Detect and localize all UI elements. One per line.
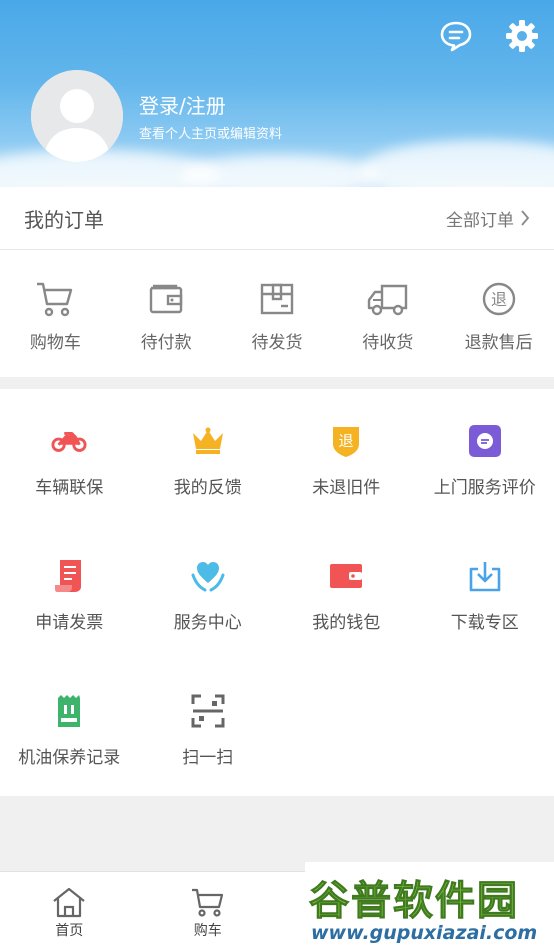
order-item-label: 待付款 xyxy=(140,333,192,353)
order-item-label: 退款售后 xyxy=(464,333,533,353)
my-orders-section: 我的订单 全部订单 购物车 待付款 待发货 待收货 退 退款售后 xyxy=(0,187,554,377)
cloud-decoration xyxy=(360,140,554,187)
crown-icon xyxy=(190,423,226,459)
all-orders-label: 全部订单 xyxy=(446,210,514,231)
order-item-cart[interactable]: 购物车 xyxy=(0,250,111,377)
service-scan[interactable]: 扫一扫 xyxy=(139,659,278,794)
order-item-pending-shipment[interactable]: 待发货 xyxy=(222,250,333,377)
chevron-right-icon xyxy=(521,210,530,226)
all-orders-link[interactable]: 全部订单 xyxy=(446,206,530,231)
download-icon xyxy=(467,558,503,594)
service-label: 扫一扫 xyxy=(182,748,234,768)
invoice-icon xyxy=(51,558,87,594)
tab-label: 首页 xyxy=(55,923,84,939)
header-actions xyxy=(438,18,540,54)
service-apply-invoice[interactable]: 申请发票 xyxy=(0,524,139,659)
service-unreturned-parts[interactable]: 退 未退旧件 xyxy=(277,389,416,524)
login-register-link[interactable]: 登录/注册 xyxy=(139,90,226,119)
wallet-red-icon xyxy=(328,558,364,594)
service-label: 下载专区 xyxy=(450,613,519,633)
watermark-logo: 谷普软件园 xyxy=(309,878,519,925)
tab-label: 购车 xyxy=(193,923,222,939)
avatar[interactable] xyxy=(31,70,123,162)
service-label: 申请发票 xyxy=(35,613,104,633)
order-status-row: 购物车 待付款 待发货 待收货 退 退款售后 xyxy=(0,250,554,377)
order-item-pending-payment[interactable]: 待付款 xyxy=(111,250,222,377)
services-section: 车辆联保 我的反馈 退 未退旧件 上门服务评价 申请发票 服务中心 我的钱包 下… xyxy=(0,389,554,796)
service-label: 我的钱包 xyxy=(312,613,381,633)
motorcycle-icon xyxy=(51,423,87,459)
cart-icon xyxy=(191,888,223,917)
order-item-refund[interactable]: 退 退款售后 xyxy=(443,250,554,377)
order-item-label: 待收货 xyxy=(362,333,414,353)
svg-text:退: 退 xyxy=(339,432,354,450)
login-subtitle: 查看个人主页或编辑资料 xyxy=(139,127,283,142)
home-icon xyxy=(53,887,85,918)
profile-header: 登录/注册 查看个人主页或编辑资料 xyxy=(0,0,554,187)
service-label: 机油保养记录 xyxy=(18,748,121,768)
svg-text:退: 退 xyxy=(491,290,507,309)
refund-icon: 退 xyxy=(482,282,515,316)
service-label: 上门服务评价 xyxy=(433,478,536,498)
watermark: 谷普软件园 www.gupuxiazai.com xyxy=(305,862,554,949)
orders-header: 我的订单 全部订单 xyxy=(0,187,554,250)
service-label: 服务中心 xyxy=(173,613,242,633)
oil-record-icon xyxy=(51,693,87,729)
scan-icon xyxy=(190,693,226,729)
order-item-pending-receipt[interactable]: 待收货 xyxy=(332,250,443,377)
cart-icon xyxy=(37,282,73,317)
tab-home[interactable]: 首页 xyxy=(0,872,139,949)
services-grid: 车辆联保 我的反馈 退 未退旧件 上门服务评价 申请发票 服务中心 我的钱包 下… xyxy=(0,389,554,794)
service-vehicle-warranty[interactable]: 车辆联保 xyxy=(0,389,139,524)
service-onsite-review[interactable]: 上门服务评价 xyxy=(416,389,554,524)
message-icon[interactable] xyxy=(438,18,474,54)
cloud-decoration xyxy=(180,155,380,187)
service-oil-maintenance-record[interactable]: 机油保养记录 xyxy=(0,659,139,794)
service-my-wallet[interactable]: 我的钱包 xyxy=(277,524,416,659)
order-item-label: 待发货 xyxy=(251,333,303,353)
chat-square-icon xyxy=(467,423,503,459)
orders-title: 我的订单 xyxy=(24,207,104,232)
tab-buy-car[interactable]: 购车 xyxy=(139,872,278,949)
truck-icon xyxy=(367,284,407,316)
settings-gear-icon[interactable] xyxy=(504,18,540,54)
service-label: 我的反馈 xyxy=(173,478,242,498)
package-icon xyxy=(260,283,294,315)
watermark-url: www.gupuxiazai.com xyxy=(311,922,538,944)
service-service-center[interactable]: 服务中心 xyxy=(139,524,278,659)
wallet-icon xyxy=(149,284,183,314)
return-shield-icon: 退 xyxy=(328,423,364,459)
service-download-zone[interactable]: 下载专区 xyxy=(416,524,554,659)
service-label: 未退旧件 xyxy=(312,478,381,498)
heart-hands-icon xyxy=(190,558,226,594)
service-my-feedback[interactable]: 我的反馈 xyxy=(139,389,278,524)
order-item-label: 购物车 xyxy=(29,333,81,353)
service-label: 车辆联保 xyxy=(35,478,104,498)
